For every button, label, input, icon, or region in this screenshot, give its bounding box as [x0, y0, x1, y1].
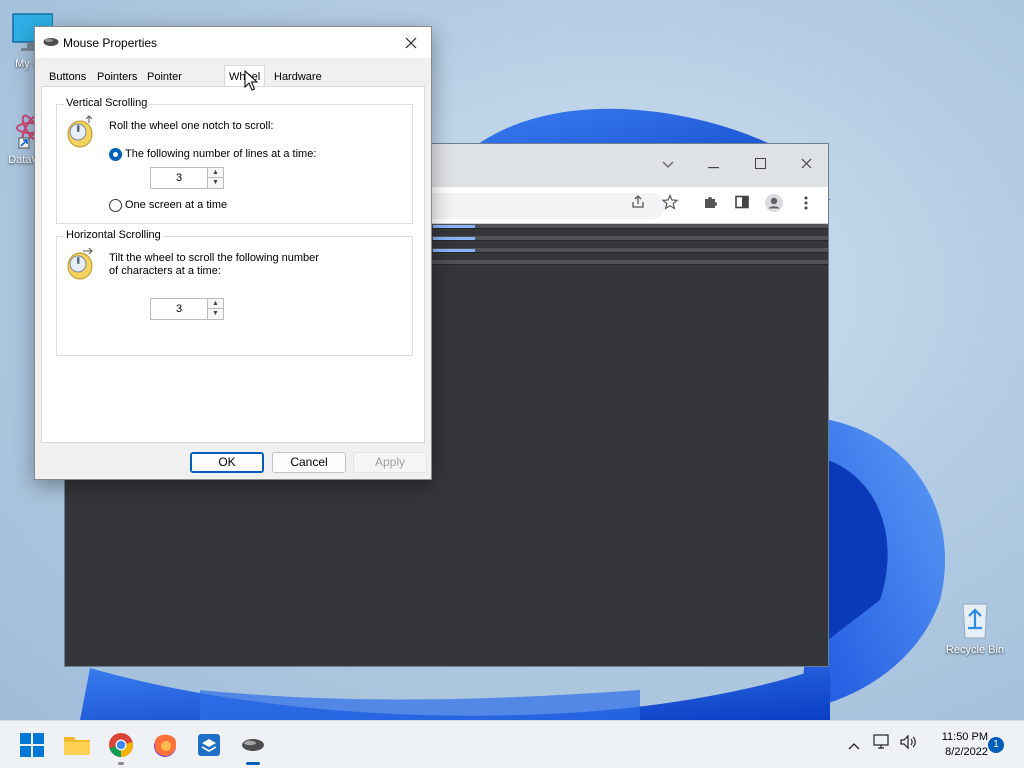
minimize-icon	[708, 167, 719, 169]
dialog-close-button[interactable]	[397, 30, 425, 56]
horizontal-instruction-line1: Tilt the wheel to scroll the following n…	[109, 252, 319, 264]
avatar-icon	[765, 194, 783, 212]
wheel-icon	[67, 115, 93, 148]
taskbar-chrome[interactable]	[105, 729, 137, 765]
recycle-bin-icon	[962, 603, 988, 639]
tab-buttons[interactable]: Buttons	[47, 67, 88, 87]
bookmark-button[interactable]	[657, 193, 683, 219]
close-icon	[405, 37, 417, 49]
lines-value[interactable]: 3	[151, 168, 207, 188]
volume-icon	[900, 734, 916, 750]
clock-time: 11:50 PM	[941, 731, 988, 743]
apply-button[interactable]: Apply	[353, 452, 427, 473]
wheel-icon	[67, 247, 93, 280]
vertical-instruction: Roll the wheel one notch to scroll:	[109, 120, 274, 132]
desktop-icon-recycle-bin[interactable]: Recycle Bin	[940, 598, 1010, 656]
dialog-titlebar: Mouse Properties	[35, 27, 431, 58]
maximize-icon	[754, 158, 766, 169]
tab-hardware[interactable]: Hardware	[272, 67, 324, 87]
taskbar-mouse-properties[interactable]	[237, 729, 269, 765]
horizontal-scrolling-group: Horizontal Scrolling Tilt the wheel to s…	[56, 229, 413, 356]
horizontal-instruction-line2: of characters at a time:	[109, 265, 221, 277]
lines-spinbox[interactable]: 3 ▲ ▼	[150, 167, 224, 189]
file-explorer-icon	[64, 737, 90, 755]
radio-one-screen-label[interactable]: One screen at a time	[125, 199, 227, 211]
spin-down-button[interactable]: ▼	[207, 309, 223, 319]
show-hidden-icons-button[interactable]	[842, 721, 866, 768]
close-icon	[801, 158, 811, 169]
chrome-icon	[109, 733, 133, 757]
chars-spinbox[interactable]: 3 ▲ ▼	[150, 298, 224, 320]
group-title: Vertical Scrolling	[64, 97, 150, 109]
vertical-scrolling-group: Vertical Scrolling Roll the wheel one no…	[56, 97, 413, 224]
profile-button[interactable]	[761, 193, 787, 219]
tab-pointer-options[interactable]: Pointer Options	[145, 67, 187, 103]
more-vert-icon	[804, 196, 808, 210]
network-button[interactable]	[870, 721, 894, 768]
minimize-button[interactable]	[699, 152, 729, 178]
clock-date: 8/2/2022	[945, 746, 988, 758]
wheel-tab-page: Vertical Scrolling Roll the wheel one no…	[41, 86, 425, 443]
extensions-button[interactable]	[697, 193, 723, 219]
radio-one-screen[interactable]	[109, 199, 122, 212]
desktop-icon-label: Recycle Bin	[945, 644, 1005, 656]
spin-up-button[interactable]: ▲	[207, 168, 223, 178]
app-box-icon	[198, 734, 220, 756]
mouse-cursor-icon	[244, 70, 258, 91]
spin-down-button[interactable]: ▼	[207, 178, 223, 188]
radio-lines-at-a-time[interactable]	[109, 148, 122, 161]
taskbar-clock[interactable]: 11:50 PM 8/2/2022	[926, 730, 988, 760]
puzzle-icon	[705, 197, 717, 208]
menu-button[interactable]	[793, 193, 819, 219]
chevron-up-icon	[848, 743, 860, 750]
taskbar: 11:50 PM 8/2/2022 1	[0, 720, 1024, 768]
side-panel-icon	[735, 195, 749, 209]
mouse-properties-dialog: Mouse Properties Buttons Pointers Pointe…	[34, 26, 432, 480]
close-button[interactable]	[791, 152, 821, 178]
chars-value[interactable]: 3	[151, 299, 207, 319]
dialog-title: Mouse Properties	[63, 36, 158, 50]
notification-badge[interactable]: 1	[988, 737, 1004, 753]
maximize-button[interactable]	[745, 152, 775, 178]
tab-pointers[interactable]: Pointers	[95, 67, 139, 87]
firefox-icon	[154, 734, 177, 757]
network-icon	[873, 734, 889, 749]
start-button[interactable]	[16, 729, 48, 761]
cancel-button[interactable]: Cancel	[272, 452, 346, 473]
group-title: Horizontal Scrolling	[64, 229, 163, 241]
chevron-down-icon	[662, 161, 674, 168]
ok-button[interactable]: OK	[190, 452, 264, 473]
share-icon	[632, 195, 644, 208]
star-icon	[661, 194, 679, 210]
spin-up-button[interactable]: ▲	[207, 299, 223, 309]
share-button[interactable]	[625, 193, 651, 219]
start-icon	[20, 733, 44, 757]
mouse-icon	[43, 38, 59, 46]
radio-lines-label[interactable]: The following number of lines at a time:	[125, 148, 316, 160]
taskbar-app-box[interactable]	[193, 729, 225, 761]
tab-search-button[interactable]	[653, 152, 683, 178]
side-panel-button[interactable]	[729, 193, 755, 219]
taskbar-file-explorer[interactable]	[61, 729, 93, 761]
mouse-icon	[242, 739, 264, 751]
taskbar-firefox[interactable]	[149, 729, 181, 761]
volume-button[interactable]	[896, 721, 920, 768]
